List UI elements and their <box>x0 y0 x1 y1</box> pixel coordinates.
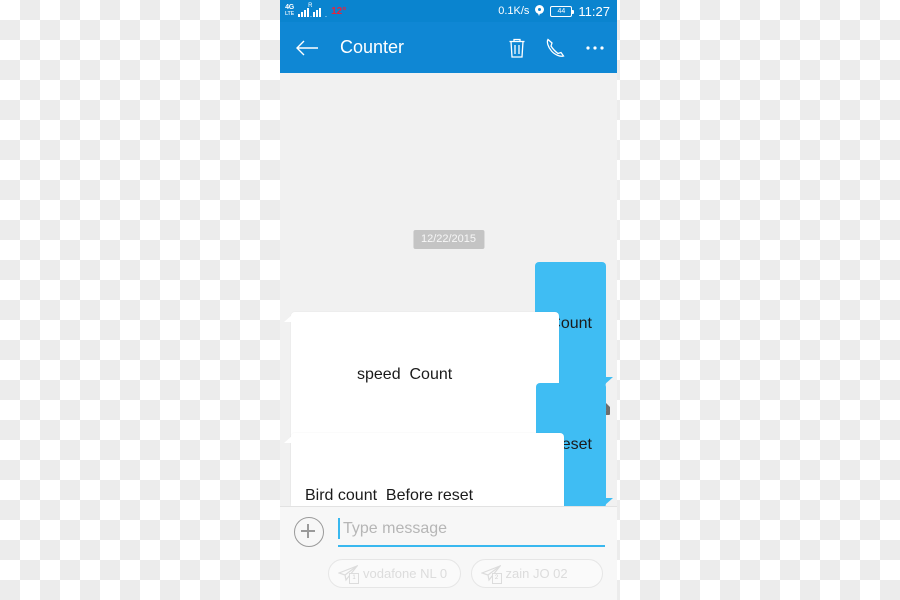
send-button-sim2[interactable]: 2 zain JO 02 <box>470 559 603 588</box>
page-title: Counter <box>340 37 405 57</box>
send-button-sim1[interactable]: 1 vodafone NL 0 <box>328 559 461 588</box>
network-type-icon: 4G LTE <box>285 4 294 18</box>
phone-screen: 4G LTE . R . 12° 0.1K/s 44 11:27 Counter… <box>280 0 617 600</box>
signal-bars-sim2-roaming-icon: R . <box>308 2 328 19</box>
data-speed-label: 0.1K/s <box>498 5 530 17</box>
send-button-sim2-label: zain JO 02 <box>505 566 568 581</box>
temperature-label: 12° <box>331 5 347 17</box>
date-divider: 12/22/2015 <box>412 230 485 249</box>
send-paper-plane-icon: 2 <box>480 565 502 584</box>
plus-circle-icon[interactable] <box>294 517 324 547</box>
status-bar-right: 0.1K/s 44 11:27 <box>498 4 610 19</box>
back-arrow-icon[interactable] <box>294 38 320 58</box>
message-input-placeholder: Type message <box>343 520 448 537</box>
app-bar-actions <box>507 37 605 59</box>
battery-icon: 44 <box>550 5 575 17</box>
compose-input-row: Type message <box>280 507 617 547</box>
more-options-icon[interactable] <box>585 45 605 51</box>
network-sub-label: LTE <box>285 11 295 17</box>
send-button-sim1-badge: 1 <box>349 573 359 584</box>
send-button-sim2-badge: 2 <box>491 573 502 584</box>
status-bar-left: 4G LTE . R . 12° <box>285 2 347 19</box>
app-bar: Counter <box>280 22 617 73</box>
network-type-label: 4G <box>285 4 294 11</box>
status-bar: 4G LTE . R . 12° 0.1K/s 44 11:27 <box>280 0 617 22</box>
send-button-sim1-label: vodafone NL 0 <box>363 566 448 581</box>
text-cursor <box>338 518 340 539</box>
roaming-label: R <box>308 2 313 9</box>
trash-icon[interactable] <box>507 37 527 59</box>
send-paper-plane-icon: 1 <box>338 565 359 584</box>
location-pin-icon <box>535 5 545 17</box>
clock-label: 11:27 <box>578 3 610 19</box>
battery-level-label: 44 <box>557 7 566 15</box>
message-input-field[interactable]: Type message <box>338 517 605 547</box>
phone-icon[interactable] <box>545 37 567 59</box>
message-composer: Type message 1 vodafone NL 0 2 zain JO 0… <box>280 506 617 600</box>
sim-send-buttons: 1 vodafone NL 0 2 zain JO 02 <box>280 547 617 588</box>
message-text-4-line1: Bird count Before reset <box>305 487 474 504</box>
message-thread[interactable]: 12/22/2015 11:25 1 Count speed Count 648… <box>280 73 617 600</box>
